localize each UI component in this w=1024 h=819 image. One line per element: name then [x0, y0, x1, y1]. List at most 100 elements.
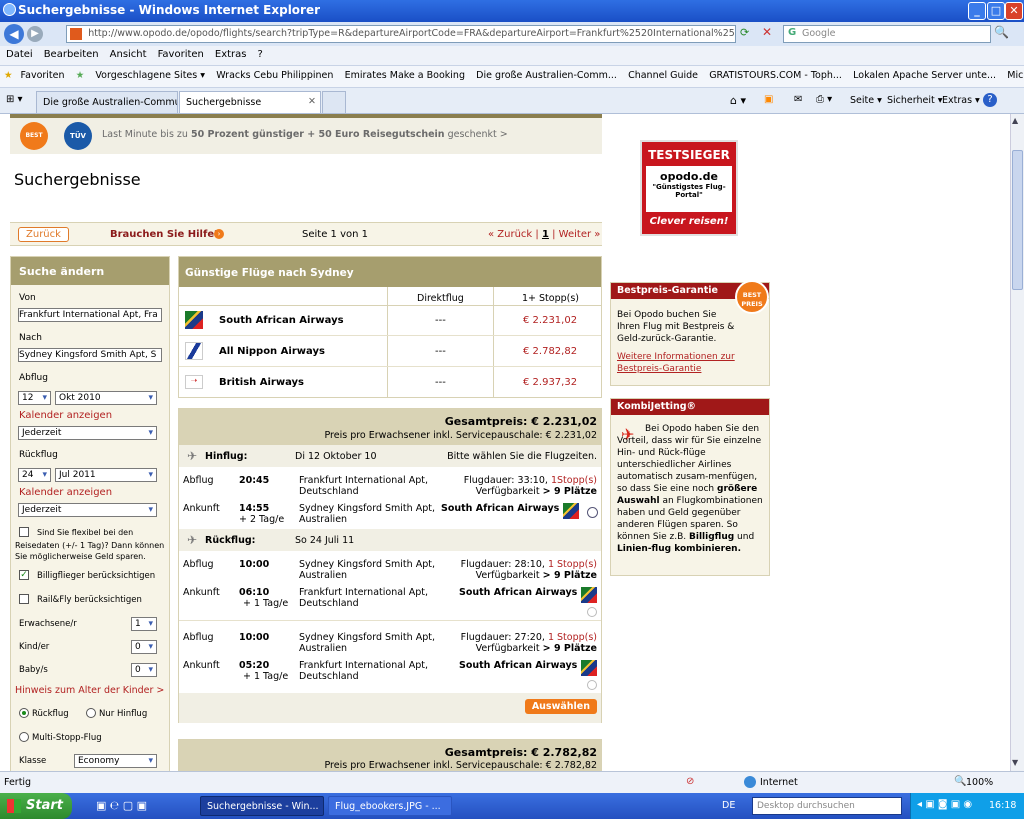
- to-input[interactable]: [18, 348, 162, 362]
- matrix-row[interactable]: ➝ British Airways --- € 2.937,32: [179, 367, 601, 397]
- tab-suchergebnisse[interactable]: Suchergebnisse ✕: [179, 91, 321, 113]
- ret-calendar-link[interactable]: Kalender anzeigen: [19, 487, 112, 498]
- multistop-radio[interactable]: [19, 732, 29, 742]
- scroll-down-icon[interactable]: ▼: [1012, 758, 1018, 767]
- adults-select[interactable]: 1 ▾: [131, 617, 157, 631]
- stops-link[interactable]: 1 Stopp(s): [548, 559, 597, 570]
- stops-link[interactable]: 1 Stopp(s): [548, 632, 597, 643]
- dep-calendar-link[interactable]: Kalender anzeigen: [19, 410, 112, 421]
- help-link[interactable]: Brauchen Sie Hilfe?: [110, 229, 220, 240]
- mail-icon[interactable]: ✉: [794, 94, 802, 105]
- from-input[interactable]: [18, 308, 162, 322]
- matrix-row[interactable]: South African Airways --- € 2.231,02: [179, 305, 601, 335]
- back-button[interactable]: Zurück: [18, 227, 69, 242]
- back-icon[interactable]: ◀: [4, 24, 24, 44]
- promo-banner[interactable]: BEST TÜV Last Minute bis zu 50 Prozent g…: [10, 118, 602, 154]
- flight-radio[interactable]: [587, 680, 597, 690]
- quicklaunch-icons[interactable]: ▣ ℮ ▢ ▣: [96, 799, 147, 812]
- flight-option[interactable]: Abflug 10:00 Sydney Kingsford Smith Apt,…: [179, 622, 601, 692]
- flight-radio[interactable]: [587, 607, 597, 617]
- select-button[interactable]: Auswählen: [524, 699, 597, 714]
- fav-item[interactable]: Vorgeschlagene Sites ▾: [95, 70, 205, 81]
- close-tab-icon[interactable]: ✕: [308, 96, 316, 107]
- refresh-icon[interactable]: ⟳: [740, 26, 749, 39]
- menu-datei[interactable]: Datei: [6, 49, 33, 60]
- railfly-checkbox[interactable]: [19, 594, 29, 604]
- flight-option[interactable]: Abflug 20:45 Frankfurt International Apt…: [179, 467, 601, 529]
- price-link[interactable]: € 2.231,02: [523, 315, 577, 326]
- search-icon[interactable]: 🔍: [994, 25, 1009, 39]
- prev-link[interactable]: « Zurück: [488, 229, 532, 240]
- rss-icon[interactable]: ▣: [764, 94, 773, 105]
- oneway-radio[interactable]: [86, 708, 96, 718]
- blocked-icon[interactable]: ⊘: [686, 776, 694, 787]
- flight-radio[interactable]: [587, 507, 598, 518]
- zoom-icon[interactable]: 🔍: [954, 776, 966, 787]
- price-link[interactable]: € 2.782,82: [523, 346, 577, 357]
- bestprice-link[interactable]: Weitere Informationen zur Bestpreis-Gara…: [617, 351, 757, 375]
- return-radio[interactable]: [19, 708, 29, 718]
- tray-icons[interactable]: ◂ ▣ ◙ ▣ ◉: [917, 799, 972, 810]
- home-icon[interactable]: ⌂ ▾: [730, 94, 746, 107]
- vertical-scrollbar[interactable]: ▲ ▼: [1010, 114, 1024, 771]
- fav-item[interactable]: Channel Guide: [628, 70, 698, 81]
- class-select[interactable]: Economy ▾: [74, 754, 157, 768]
- menu-bearbeiten[interactable]: Bearbeiten: [44, 49, 99, 60]
- ret-time-select[interactable]: Jederzeit ▾: [18, 503, 157, 517]
- scroll-up-icon[interactable]: ▲: [1012, 116, 1018, 125]
- page-content: BEST TÜV Last Minute bis zu 50 Prozent g…: [0, 114, 1010, 771]
- url-field[interactable]: http://www.opodo.de/opodo/flights/search…: [66, 25, 736, 43]
- fav-item[interactable]: Emirates Make a Booking: [345, 70, 465, 81]
- zoom-level[interactable]: 100%: [966, 777, 993, 788]
- tab-australien[interactable]: Die große Australien-Commu...: [36, 91, 178, 113]
- stop-icon[interactable]: ✕: [762, 25, 772, 39]
- fav-item[interactable]: Wracks Cebu Philippinen: [216, 70, 333, 81]
- next-link[interactable]: Weiter »: [559, 229, 601, 240]
- extras-menu[interactable]: Extras ▾: [942, 95, 980, 106]
- page-menu[interactable]: Seite ▾: [850, 95, 882, 106]
- stops-link[interactable]: 1Stopp(s): [551, 475, 597, 486]
- task-ie[interactable]: Suchergebnisse - Win...: [200, 796, 324, 816]
- help-icon[interactable]: ?: [983, 93, 997, 107]
- testsieger-badge[interactable]: TESTSIEGER opodo.de "Günstigstes Flug-Po…: [640, 140, 738, 236]
- fav-item[interactable]: Lokalen Apache Server unte...: [853, 70, 996, 81]
- desktop-search[interactable]: Desktop durchsuchen: [752, 797, 902, 815]
- matrix-row[interactable]: All Nippon Airways --- € 2.782,82: [179, 336, 601, 366]
- new-tab-button[interactable]: [322, 91, 346, 113]
- print-icon[interactable]: ⎙ ▾: [816, 94, 832, 105]
- task-image[interactable]: Flug_ebookers.JPG - ...: [328, 796, 452, 816]
- fav-item[interactable]: GRATISTOURS.COM - Toph...: [709, 70, 842, 81]
- menu-extras[interactable]: Extras: [215, 49, 247, 60]
- safety-menu[interactable]: Sicherheit ▾: [887, 95, 943, 106]
- lowcost-checkbox[interactable]: ✓: [19, 570, 29, 580]
- price-link[interactable]: € 2.937,32: [523, 377, 577, 388]
- menu-favoriten[interactable]: Favoriten: [158, 49, 204, 60]
- quick-tabs-icon[interactable]: ⊞ ▾: [6, 94, 23, 105]
- search-field[interactable]: G Google: [783, 25, 991, 43]
- dep-month-select[interactable]: Okt 2010 ▾: [55, 391, 157, 405]
- maximize-button[interactable]: □: [987, 2, 1005, 20]
- menu-ansicht[interactable]: Ansicht: [110, 49, 147, 60]
- scroll-thumb[interactable]: [1012, 150, 1023, 290]
- close-button[interactable]: ✕: [1005, 2, 1023, 20]
- forward-icon[interactable]: ▶: [27, 26, 43, 42]
- children-select[interactable]: 0 ▾: [131, 640, 157, 654]
- favorites-button[interactable]: Favoriten: [21, 70, 65, 81]
- flex-checkbox[interactable]: [19, 527, 29, 537]
- page-1-link[interactable]: 1: [542, 229, 549, 240]
- menu-help[interactable]: ?: [258, 49, 263, 60]
- child-age-link[interactable]: Hinweis zum Alter der Kinder >: [15, 685, 164, 696]
- babies-select[interactable]: 0 ▾: [131, 663, 157, 677]
- dep-day-select[interactable]: 12 ▾: [18, 391, 51, 405]
- language-indicator[interactable]: DE: [722, 800, 735, 811]
- dep-time-select[interactable]: Jederzeit ▾: [18, 426, 157, 440]
- flight-option[interactable]: Abflug 10:00 Sydney Kingsford Smith Apt,…: [179, 551, 601, 621]
- minimize-button[interactable]: _: [968, 2, 986, 20]
- fav-item[interactable]: Die große Australien-Comm...: [476, 70, 617, 81]
- kombijetting-box: KombiJetting® ✈ Bei Opodo haben Sie den …: [610, 398, 770, 576]
- ret-month-select[interactable]: Jul 2011 ▾: [55, 468, 157, 482]
- fav-item[interactable]: Microsoft: [1007, 70, 1024, 81]
- ret-day-select[interactable]: 24 ▾: [18, 468, 51, 482]
- ie-icon: [3, 3, 16, 16]
- add-favorite-icon[interactable]: ★: [76, 70, 85, 81]
